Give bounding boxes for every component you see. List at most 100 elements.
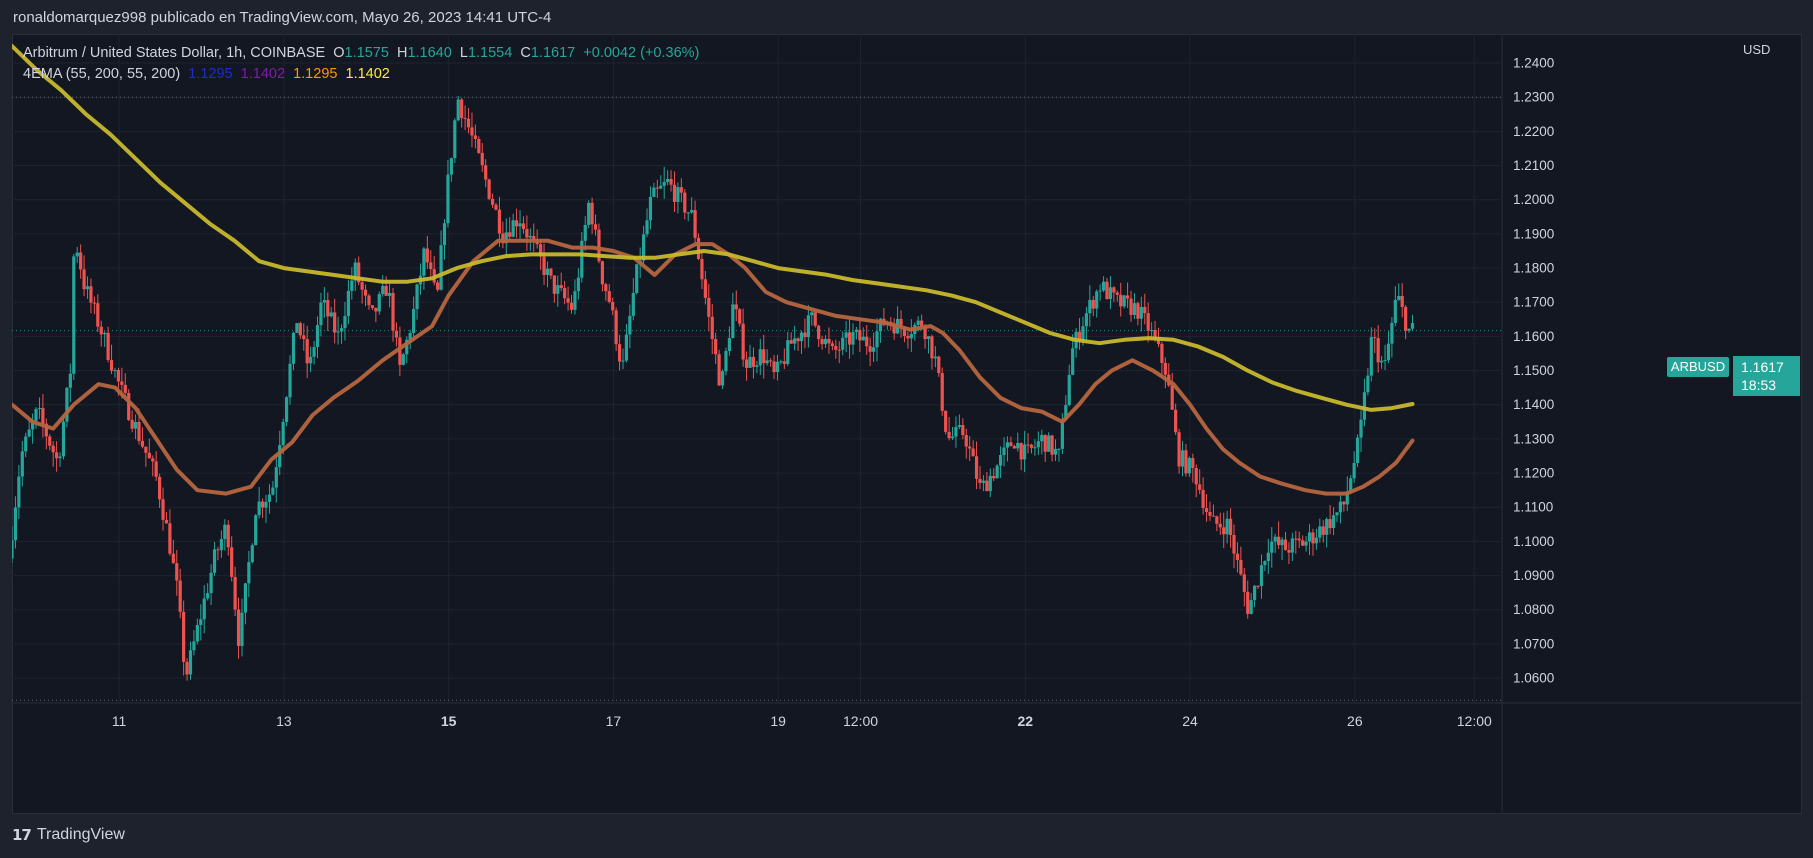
candle-body [1325,519,1329,535]
candle-body [456,99,460,121]
time-tick-label: 17 [606,713,622,729]
price-tick-label: 1.1900 [1513,226,1554,241]
candle-body [113,369,117,371]
candle-body [257,501,261,516]
candle-body [909,334,913,339]
candle-body [1331,515,1336,529]
candle-body [590,202,594,225]
candle-body [1311,532,1315,544]
candle-body [710,316,714,340]
tradingview-footer[interactable]: 𝟭𝟳 TradingView [12,826,125,844]
change-value: +0.0042 (+0.36%) [583,45,700,61]
candle-body [363,289,368,296]
candle-body [267,494,272,502]
candle-body [827,338,831,344]
candle-body [243,583,248,613]
candle-body [988,475,992,492]
symbol-badge: ARBUSD [1667,357,1729,377]
price-chart[interactable]: 1.2400 1.2300 1.2200 1.2100 1.2000 1.1900 1.18… [12,34,1802,814]
candle-body [937,356,941,374]
candle-body [583,224,587,241]
candle-body [116,369,121,382]
price-tick-label: 1.1800 [1513,261,1554,276]
candle-body [744,359,749,368]
candle-body [1369,337,1373,376]
candle-body [1380,360,1384,363]
candle-body [295,323,299,333]
candle-body [494,204,498,210]
currency-label: USD [1743,42,1771,57]
candle-body [1180,450,1185,467]
candle-body [17,476,21,508]
candle-body [607,291,611,302]
candle-body [717,354,721,386]
indicator-legend[interactable]: 4EMA (55, 200, 55, 200) 1.1295 1.1402 1.… [23,66,390,82]
candle-body [1283,539,1288,551]
candle-body [1342,501,1346,505]
candle-body [950,436,955,439]
time-tick-label: 12:00 [843,713,878,729]
candle-body [24,436,28,452]
candle-body [720,371,725,386]
candle-body [817,325,821,340]
candle-body [545,268,550,275]
candle-body [734,304,738,310]
candle-body [1359,419,1363,438]
candle-body [974,456,979,479]
candle-body [679,187,683,193]
candle-body [1277,536,1281,546]
candle-body [1139,306,1143,319]
candle-body [1290,538,1294,553]
candle-body [1143,306,1147,314]
candle-body [1204,508,1209,512]
candle-body [1280,539,1284,546]
candle-body [738,309,742,324]
candle-body [151,458,155,462]
candle-body [1043,434,1047,452]
candle-body [85,286,90,290]
candle-body [552,275,556,294]
candle-body [714,339,718,355]
price-tick-label: 1.1200 [1513,466,1554,481]
candle-body [473,135,478,139]
brand-name: TradingView [36,826,125,843]
candle-body [429,262,433,270]
price-tick-label: 1.2000 [1513,192,1554,207]
candle-body [1228,518,1233,535]
candle-body [1091,299,1095,309]
candle-body [336,331,340,333]
candle-body [762,349,766,364]
candle-body [1012,446,1016,449]
ema-value-1: 1.1295 [188,66,233,82]
candle-body [563,288,567,299]
candle-body [1321,526,1325,535]
candle-body [182,611,186,662]
candle-body [724,351,728,372]
candle-body [727,338,732,352]
candle-body [1410,323,1415,329]
candle-body [82,269,86,290]
candle-body [964,434,968,447]
candle-body [1019,443,1023,460]
candle-body [339,328,344,332]
high-value: 1.1640 [407,45,452,61]
candle-body [600,261,605,285]
candle-body [374,307,378,312]
candle-body [851,332,855,345]
candle-body [422,248,426,276]
candle-body [68,373,72,388]
tradingview-logo-icon: 𝟭𝟳 [12,827,32,844]
candle-body [415,284,419,310]
candle-body [926,336,931,340]
candle-body [1129,298,1133,315]
candle-body [302,335,306,340]
candle-body [542,256,546,275]
price-tick-label: 1.2200 [1513,124,1554,139]
candle-body [281,421,285,446]
candle-body [511,220,515,237]
candle-body [758,349,762,366]
candle-body [96,303,100,327]
candle-body [621,360,625,362]
candle-body [789,340,793,344]
time-tick-label: 15 [441,713,457,729]
